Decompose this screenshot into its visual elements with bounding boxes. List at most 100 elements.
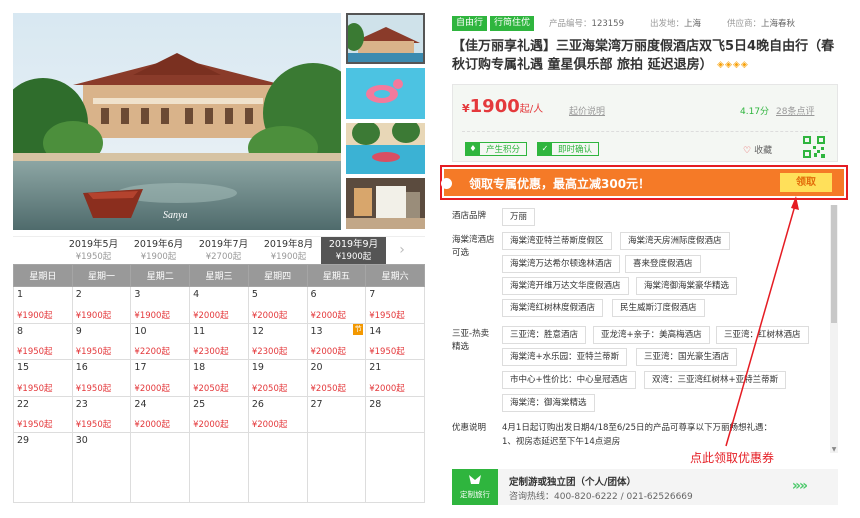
calendar-day-cell[interactable]: 14 ¥1950起 (365, 322, 425, 360)
calendar-day-cell[interactable]: 16 ¥1950起 (71, 359, 132, 397)
hot-pick-chip[interactable]: 市中心+性价比：中心皇冠酒店 (502, 371, 636, 389)
day-number: 11 (193, 325, 206, 337)
month-tab-2019-08[interactable]: 2019年8月 ¥1900起 (256, 237, 321, 264)
hotel-chip[interactable]: 海棠湾亚特兰蒂斯度假区 (502, 232, 612, 250)
thumbnail-3[interactable] (346, 123, 425, 174)
calendar-day-cell[interactable]: 2 ¥1900起 (71, 286, 132, 324)
day-price: ¥2000起 (134, 383, 170, 394)
thumbnail-1[interactable] (346, 13, 425, 64)
qr-code-icon[interactable] (803, 136, 825, 158)
coupon-banner-body: 领取专属优惠，最高立减300元！ 领取 (441, 169, 844, 196)
calendar-day-cell[interactable]: 18 ¥2050起 (189, 359, 249, 397)
calendar-day-cell[interactable]: 19 ¥2050起 (247, 359, 308, 397)
day-number: 26 (251, 398, 264, 410)
month-tab-2019-05[interactable]: 2019年5月 ¥1950起 (61, 237, 126, 264)
price-explanation-link[interactable]: 起价说明 (569, 104, 605, 117)
day-number: 27 (310, 398, 323, 410)
calendar-day-cell[interactable]: 5 ¥2000起 (247, 286, 308, 324)
alt-hotels-label: 海棠湾酒店 可选 (452, 235, 495, 258)
calendar-day-cell[interactable]: 11 ¥2300起 (189, 322, 249, 360)
product-title: 【佳万丽享礼遇】三亚海棠湾万丽度假酒店双飞5日4晚自由行（春秋订购专属礼遇 童星… (452, 39, 835, 73)
hot-pick-chip[interactable]: 海棠湾+水乐园：亚特兰蒂斯 (502, 348, 628, 366)
day-price: ¥2050起 (251, 383, 288, 394)
scroll-down-icon[interactable]: ▼ (830, 446, 838, 453)
hot-pick-chip[interactable]: 亚龙湾+亲子：美高梅酒店 (593, 326, 710, 344)
hot-pick-chip[interactable]: 三亚湾：红树林酒店 (716, 326, 809, 344)
points-icon: ♦ (466, 143, 480, 155)
month-tab-2019-07[interactable]: 2019年7月 ¥2700起 (191, 237, 256, 264)
brand-chip[interactable]: 万丽 (502, 208, 536, 226)
day-number: 19 (251, 362, 264, 373)
calendar-day-cell[interactable]: 29 (13, 432, 73, 503)
hotel-chip[interactable]: 海棠湾红树林度假酒店 (502, 299, 604, 317)
calendar-day-cell[interactable]: 22 ¥1950起 (13, 395, 73, 433)
calendar-day-cell[interactable]: 8 ¥1950起 (13, 322, 73, 360)
hotel-chip[interactable]: 海棠湾万达希尔顿逸林酒店 (502, 255, 621, 273)
calendar-day-cell[interactable]: 4 ¥2000起 (189, 286, 249, 324)
main-photo[interactable]: Sanya (13, 13, 341, 230)
calendar-day-cell[interactable]: 25 ¥2000起 (189, 395, 249, 433)
thumbnail-4[interactable] (346, 178, 425, 229)
day-number: 18 (193, 362, 206, 373)
claim-coupon-button[interactable]: 领取 (780, 173, 832, 192)
calendar-day-cell[interactable]: 9 ¥1950起 (71, 322, 132, 360)
calendar-day-cell[interactable]: 6 ¥2000起 (306, 286, 367, 324)
annotation-text: 点此领取优惠券 (690, 451, 775, 465)
hot-pick-chip[interactable]: 双湾：三亚湾红树林+亚特兰蒂斯 (644, 371, 787, 389)
calendar-day-cell[interactable]: 3 ¥1900起 (130, 286, 191, 324)
calendar-day-cell[interactable]: 21 ¥2000起 (365, 359, 425, 397)
hot-pick-chip[interactable]: 海棠湾：御海棠精选 (502, 394, 595, 412)
custom-travel-bar[interactable]: 定制旅行 定制游或独立团（个人/团体） 咨询热线：400-820-6222 / … (452, 469, 838, 505)
coupon-banner[interactable]: 领取专属优惠，最高立减300元！ 领取 (440, 165, 848, 200)
scrollbar-thumb[interactable] (831, 205, 837, 323)
hotel-chip[interactable]: 民生威斯汀度假酒店 (612, 299, 705, 317)
calendar-day-cell[interactable]: 12 ¥2300起 (247, 322, 308, 360)
calendar-day-cell[interactable]: 30 (71, 432, 132, 503)
month-next-icon[interactable]: › (390, 237, 414, 264)
weekday-header: 星期一 (71, 264, 132, 287)
calendar-day-cell[interactable]: 24 ¥2000起 (130, 395, 191, 433)
calendar-day-cell[interactable]: 13 ¥2000起节 (306, 322, 367, 360)
day-number: 21 (369, 362, 382, 373)
hotel-chip[interactable]: 海棠湾开维万达文华度假酒店 (502, 277, 629, 295)
weekday-header: 星期日 (13, 264, 73, 287)
diamond-rating-icon: ◈◈◈◈ (717, 60, 749, 70)
product-meta-row: 自由行 行简住优 产品编号：123159 出发地：上海 供应商：上海春秋 (452, 15, 795, 31)
offer-label: 优惠说明 (452, 423, 487, 433)
calendar-week-row: 15 ¥1950起 16 ¥1950起 17 ¥2000起 18 ¥2050起 19 ¥2050起… (13, 359, 425, 397)
price: ¥1900起/人 (462, 96, 544, 117)
calendar-empty-cell (365, 432, 425, 503)
hotel-chip[interactable]: 喜来登度假酒店 (625, 255, 701, 273)
hot-pick-chip[interactable]: 三亚湾：国光豪生酒店 (636, 348, 738, 366)
calendar-day-cell[interactable]: 10 ¥2200起 (130, 322, 191, 360)
reviews-link[interactable]: 28条点评 (776, 104, 814, 117)
details-scrollbar[interactable]: ▼ (830, 205, 838, 453)
hot-pick-chip[interactable]: 三亚湾：胜意酒店 (502, 326, 587, 344)
calendar-day-cell[interactable]: 20 ¥2050起 (306, 359, 367, 397)
calendar-day-cell[interactable]: 26 ¥2000起 (247, 395, 308, 433)
calendar-day-cell[interactable]: 23 ¥1950起 (71, 395, 132, 433)
day-price: ¥2000起 (134, 420, 170, 430)
supplier: 供应商：上海春秋 (727, 19, 796, 29)
double-chevron-right-icon[interactable]: »» (792, 478, 808, 494)
favorite-button[interactable]: ♡ 收藏 (743, 143, 772, 156)
calendar-day-cell[interactable]: 1 ¥1900起 (13, 286, 73, 324)
day-price: ¥2050起 (310, 383, 347, 394)
calendar-day-cell[interactable]: 15 ¥1950起 (13, 359, 73, 397)
calendar-day-cell[interactable]: 7 ¥1950起 (365, 286, 425, 324)
month-tab-2019-09[interactable]: 2019年9月 ¥1900起 (321, 237, 386, 264)
hotel-chip[interactable]: 海棠湾御海棠豪华精选 (636, 277, 738, 295)
price-box: ¥1900起/人 起价说明 4.17分 28条点评 ♦ 产生积分 ✓ 即时确认 ♡ 收… (452, 84, 838, 162)
calendar-day-cell[interactable]: 17 ¥2000起 (130, 359, 191, 397)
price-calendar: 星期日 星期一 星期二 星期三 星期四 星期五 星期六 1 ¥1900起 2 ¥190… (13, 264, 425, 503)
weekday-header: 星期二 (130, 264, 191, 287)
month-tab-2019-06[interactable]: 2019年6月 ¥1900起 (126, 237, 191, 264)
calendar-day-cell[interactable]: 28 (365, 395, 425, 433)
heart-icon: ♡ (743, 146, 752, 156)
calendar-day-cell[interactable]: 27 (306, 395, 367, 433)
thumbnail-2[interactable] (346, 68, 425, 119)
day-price: ¥2000起 (251, 420, 288, 430)
day-number: 8 (17, 325, 24, 337)
tag-free-travel: 自由行 (452, 15, 488, 31)
hotel-chip[interactable]: 海棠湾天房洲际度假酒店 (620, 232, 730, 250)
